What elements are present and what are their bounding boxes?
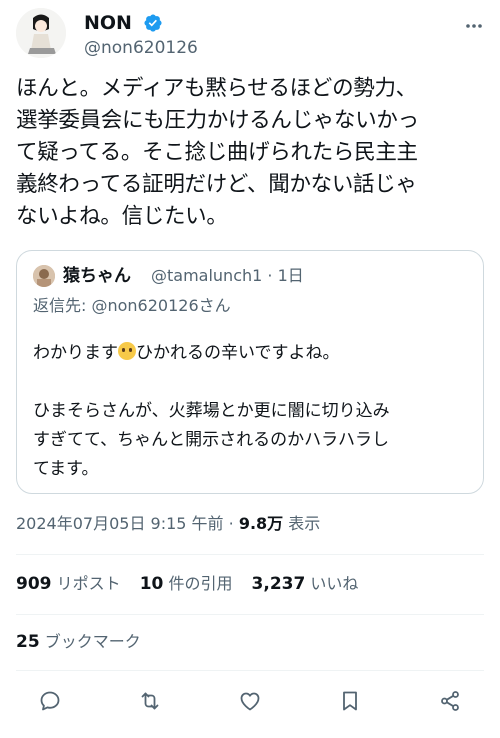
like-stat[interactable]: 3,237 いいね bbox=[251, 574, 359, 594]
share-icon[interactable] bbox=[435, 686, 465, 716]
tweet-meta: 2024年07月05日 9:15 午前 · 9.8万 表示 bbox=[16, 512, 320, 536]
view-label: 表示 bbox=[283, 514, 321, 533]
author-avatar[interactable] bbox=[16, 8, 66, 58]
reply-to-label: 返信先: @non620126さん bbox=[33, 296, 231, 315]
reply-icon[interactable] bbox=[35, 686, 65, 716]
repost-count: 909 bbox=[16, 574, 52, 594]
quote-count: 10 bbox=[139, 574, 164, 594]
author-name[interactable]: NON bbox=[84, 11, 132, 35]
quoted-author-avatar bbox=[33, 265, 55, 287]
author-handle[interactable]: @non620126 bbox=[84, 37, 198, 59]
bookmark-stat[interactable]: 25 ブックマーク bbox=[16, 630, 141, 654]
view-count: 9.8万 bbox=[238, 514, 284, 533]
repost-label: リポスト bbox=[51, 574, 121, 593]
bookmark-count: 25 bbox=[16, 632, 40, 652]
bookmark-label: ブックマーク bbox=[39, 632, 141, 651]
like-label: いいね bbox=[305, 574, 359, 593]
action-bar bbox=[0, 686, 500, 716]
engagement-stats: 909 リポスト 10 件の引用 3,237 いいね bbox=[16, 572, 372, 596]
repost-icon[interactable] bbox=[135, 686, 165, 716]
quote-label: 件の引用 bbox=[163, 574, 233, 593]
heart-icon[interactable] bbox=[235, 686, 265, 716]
quoted-author-name: 猿ちゃん bbox=[63, 266, 131, 286]
divider bbox=[16, 614, 484, 615]
quote-stat[interactable]: 10 件の引用 bbox=[139, 574, 233, 594]
tweet-author: NON @non620126 bbox=[16, 8, 484, 58]
more-options-icon[interactable] bbox=[464, 16, 484, 36]
bookmark-icon[interactable] bbox=[335, 686, 365, 716]
verified-badge-icon bbox=[143, 13, 163, 33]
quoted-tweet[interactable]: 猿ちゃん @tamalunch1 · 1日 返信先: @non620126さん … bbox=[16, 250, 484, 494]
quoted-tweet-text: わかります ひかれるの辛いですよね。 ひまそらさんが、火葬場とか更に闇に切り込み … bbox=[33, 339, 473, 484]
quoted-text-line1-end: ひかれるの辛いですよね。 bbox=[136, 343, 340, 363]
like-count: 3,237 bbox=[251, 574, 306, 594]
quoted-text-body: ひまそらさんが、火葬場とか更に闇に切り込み すぎてて、ちゃんと開示されるのかハラ… bbox=[33, 401, 390, 479]
repost-stat[interactable]: 909 リポスト bbox=[16, 574, 121, 594]
divider bbox=[16, 554, 484, 555]
tweet-timestamp[interactable]: 2024年07月05日 9:15 午前 · bbox=[16, 514, 239, 533]
tweet-text: ほんと。メディアも黙らせるほどの勢力、 選挙委員会にも圧力かけるんじゃないかっ … bbox=[16, 76, 419, 229]
quoted-author-handle: @tamalunch1 · 1日 bbox=[151, 266, 304, 285]
pleading-face-emoji-icon bbox=[118, 342, 136, 360]
divider bbox=[16, 670, 484, 671]
quoted-text-line1-start: わかります bbox=[33, 343, 118, 363]
